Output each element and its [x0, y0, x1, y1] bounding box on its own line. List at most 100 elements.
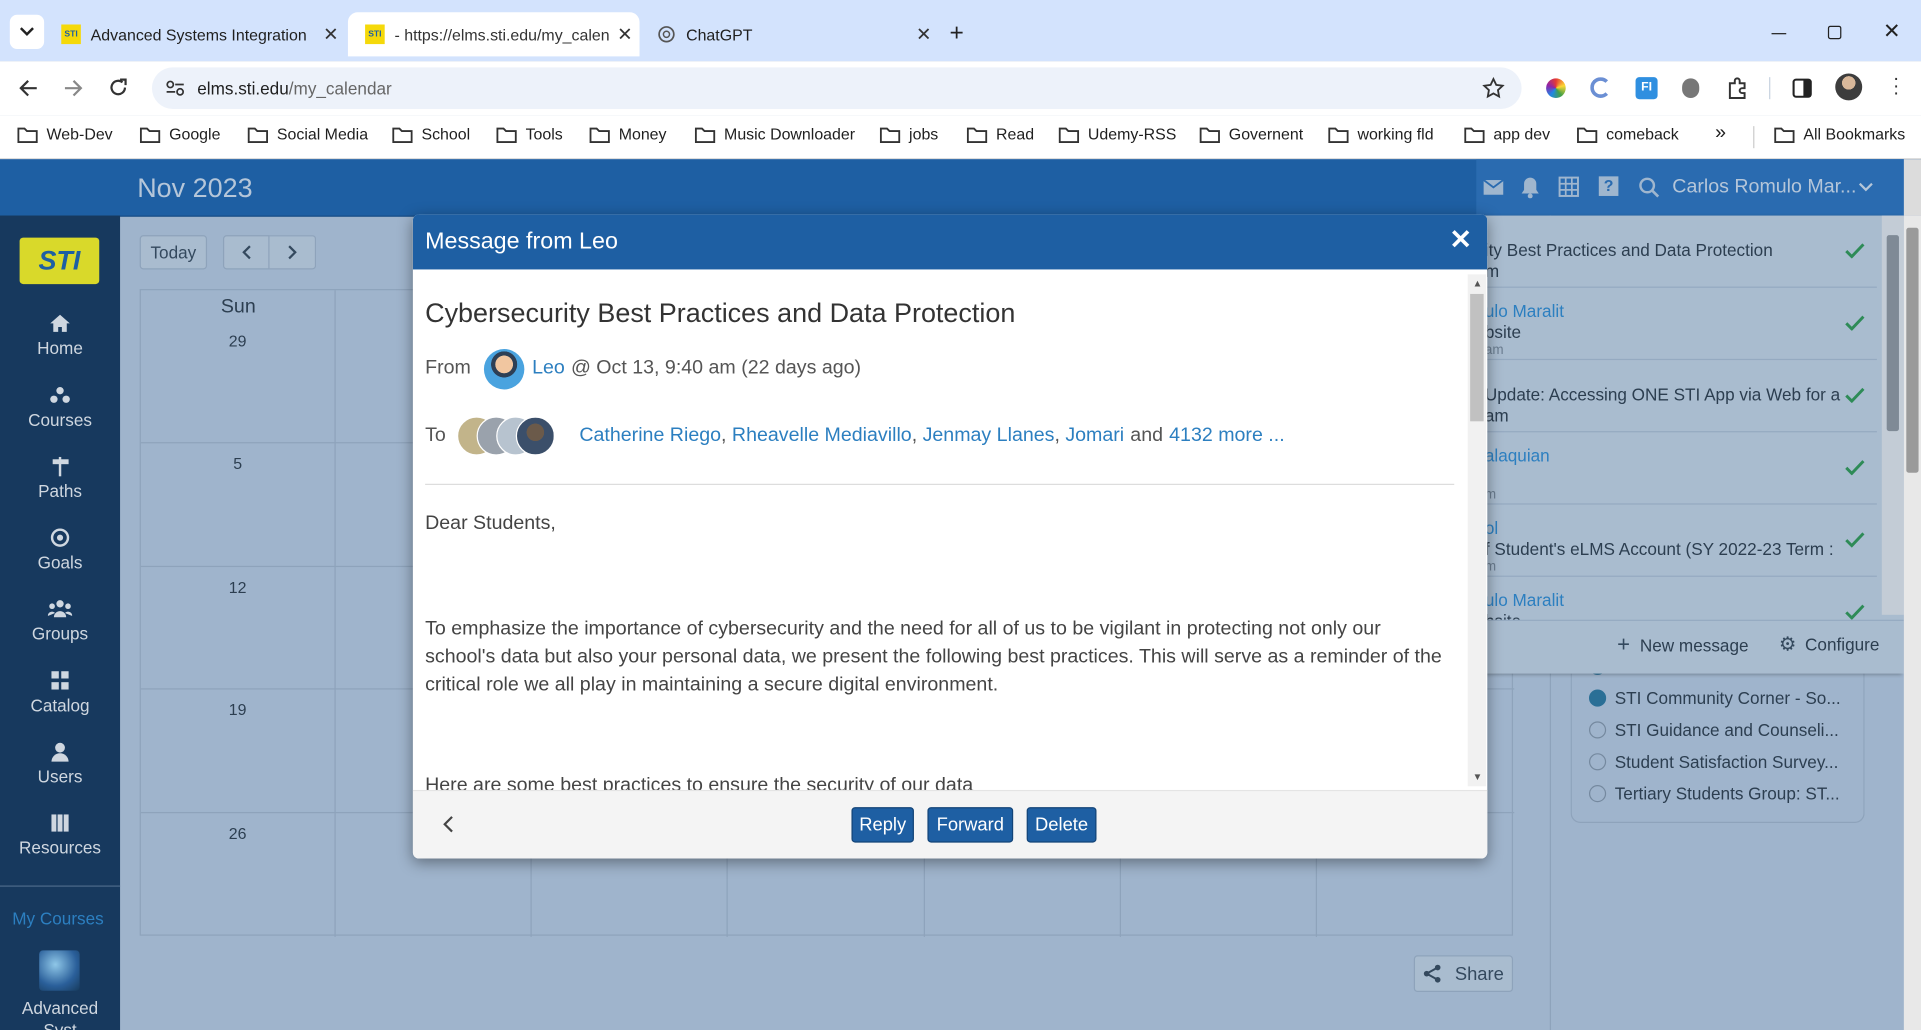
share-button[interactable]: Share	[1413, 955, 1514, 993]
close-tab-icon[interactable]: ✕	[610, 23, 639, 45]
prev-month-button[interactable]	[222, 235, 270, 270]
color-extension-icon[interactable]	[1546, 78, 1566, 98]
bell-icon[interactable]	[1520, 176, 1540, 199]
reload-icon[interactable]	[108, 77, 129, 98]
sender-avatar[interactable]	[484, 348, 525, 389]
bookmark-folder[interactable]: Google	[139, 125, 220, 143]
recipient-link[interactable]: Rheavelle Mediavillo	[732, 425, 912, 447]
bookmark-star-icon[interactable]	[1482, 77, 1505, 99]
inbox-scrollbar[interactable]	[1881, 215, 1904, 615]
user-menu[interactable]: Carlos Romulo Mar...	[1672, 176, 1856, 198]
recipient-link[interactable]: Jenmay Llanes	[923, 425, 1055, 447]
fi-extension-icon[interactable]: FI	[1635, 77, 1658, 100]
bug-extension-icon[interactable]	[1682, 78, 1700, 98]
calendar-date[interactable]: 26	[213, 824, 262, 842]
course-thumbnail[interactable]	[39, 950, 80, 991]
grammarly-extension-icon[interactable]	[1590, 77, 1612, 98]
calendar-date[interactable]: 29	[213, 332, 262, 350]
today-button[interactable]: Today	[139, 235, 208, 270]
browser-tab[interactable]: ChatGPT ✕	[640, 12, 939, 56]
close-window-icon[interactable]: ✕	[1883, 20, 1900, 44]
site-info-icon[interactable]	[165, 80, 185, 97]
group-item[interactable]: Student Satisfaction Survey...	[1588, 752, 1838, 772]
my-courses-heading[interactable]: My Courses	[12, 909, 104, 929]
search-icon[interactable]	[1638, 176, 1660, 198]
bookmark-folder[interactable]: Governent	[1199, 125, 1303, 143]
calendar-date[interactable]: 5	[213, 454, 262, 472]
sender-link[interactable]: Leo	[532, 358, 565, 380]
more-bookmarks-button[interactable]: »	[1715, 122, 1726, 144]
recipient-link[interactable]: Jomari	[1065, 425, 1124, 447]
extensions-puzzle-icon[interactable]	[1726, 77, 1748, 99]
nav-catalog[interactable]: Catalog	[0, 671, 120, 715]
bookmark-folder[interactable]: Udemy-RSS	[1058, 125, 1176, 143]
modal-scrollbar[interactable]: ▲ ▼	[1467, 274, 1487, 787]
new-tab-button[interactable]: +	[949, 21, 963, 45]
close-icon[interactable]: ✕	[1449, 224, 1472, 256]
bookmark-folder[interactable]: Read	[966, 125, 1034, 143]
tab-search-button[interactable]	[9, 14, 45, 49]
nav-resources[interactable]: Resources	[0, 813, 120, 857]
bookmark-folder[interactable]: comeback	[1577, 125, 1679, 143]
group-radio-icon[interactable]	[1588, 753, 1607, 771]
scrollbar-thumb[interactable]	[1906, 227, 1919, 473]
mail-icon[interactable]	[1482, 179, 1504, 196]
check-icon[interactable]	[1845, 532, 1865, 548]
bookmark-folder[interactable]: Social Media	[247, 125, 368, 143]
reply-button[interactable]: Reply	[851, 807, 914, 843]
nav-users[interactable]: Users	[0, 742, 120, 786]
inbox-message-row[interactable]: ity Best Practices and Data Protection m	[1484, 216, 1877, 288]
inbox-message-row[interactable]: Update: Accessing ONE STI App via Web fo…	[1484, 360, 1877, 433]
page-scrollbar[interactable]	[1903, 215, 1921, 1030]
restore-window-icon[interactable]	[1827, 25, 1842, 40]
bookmark-folder[interactable]: Money	[589, 125, 667, 143]
profile-avatar[interactable]	[1835, 73, 1863, 101]
help-icon[interactable]: ?	[1598, 176, 1619, 196]
bookmark-folder[interactable]: working fld	[1328, 125, 1434, 143]
new-message-button[interactable]: + New message	[1617, 632, 1748, 658]
scroll-down-icon[interactable]: ▼	[1473, 772, 1483, 783]
side-panel-icon[interactable]	[1791, 77, 1813, 99]
browser-tab[interactable]: STI Advanced Systems Integration ✕	[44, 12, 345, 56]
minimize-window-icon[interactable]	[1771, 33, 1787, 35]
bookmark-folder[interactable]: Tools	[496, 125, 563, 143]
inbox-message-row[interactable]: ol f Student's eLMS Account (SY 2022-23 T…	[1484, 505, 1877, 577]
recipient-link[interactable]: Catherine Riego	[579, 425, 721, 447]
calendar-grid-icon[interactable]	[1558, 176, 1579, 197]
chevron-down-icon[interactable]	[1858, 182, 1874, 192]
browser-tab-active[interactable]: STI - https://elms.sti.edu/my_calen ✕	[347, 12, 640, 57]
bookmark-folder[interactable]: Music Downloader	[694, 125, 855, 143]
bookmark-folder[interactable]: Web-Dev	[17, 125, 113, 143]
inbox-message-row[interactable]: alaquian m	[1484, 432, 1877, 505]
bookmark-folder[interactable]: School	[392, 125, 470, 143]
all-bookmarks-button[interactable]: All Bookmarks	[1774, 125, 1905, 143]
nav-groups[interactable]: Groups	[0, 599, 120, 643]
bookmark-folder[interactable]: jobs	[879, 125, 938, 143]
calendar-date[interactable]: 12	[213, 578, 262, 596]
scrollbar-thumb[interactable]	[1470, 293, 1484, 422]
group-item[interactable]: STI Guidance and Counseli...	[1588, 720, 1839, 740]
close-tab-icon[interactable]: ✕	[316, 23, 345, 45]
nav-courses[interactable]: Courses	[0, 386, 120, 430]
recipient-avatars[interactable]	[456, 414, 562, 458]
configure-button[interactable]: ⚙ Configure	[1779, 632, 1880, 656]
scrollbar-thumb[interactable]	[1886, 235, 1899, 432]
browser-menu-icon[interactable]: · · ·	[1893, 69, 1900, 103]
inbox-message-row[interactable]: ulo Maralitbsite	[1485, 577, 1877, 620]
group-item[interactable]: Tertiary Students Group: ST...	[1588, 784, 1840, 803]
check-icon[interactable]	[1845, 315, 1865, 331]
back-arrow-icon[interactable]	[18, 78, 38, 98]
bookmark-folder[interactable]: app dev	[1464, 125, 1550, 143]
forward-button[interactable]: Forward	[927, 807, 1014, 843]
group-item[interactable]: STI Community Corner - So...	[1588, 688, 1841, 708]
sti-logo[interactable]: STI	[19, 237, 100, 285]
inbox-message-row[interactable]: ulo Maralit bsite am	[1484, 288, 1877, 361]
scroll-up-icon[interactable]: ▲	[1473, 278, 1483, 289]
calendar-date[interactable]: 19	[213, 701, 262, 719]
check-icon[interactable]	[1845, 242, 1865, 259]
group-radio-icon[interactable]	[1588, 785, 1607, 803]
check-icon[interactable]	[1845, 387, 1865, 403]
close-tab-icon[interactable]: ✕	[909, 23, 938, 45]
nav-goals[interactable]: Goals	[0, 528, 120, 572]
next-month-button[interactable]	[269, 235, 317, 270]
